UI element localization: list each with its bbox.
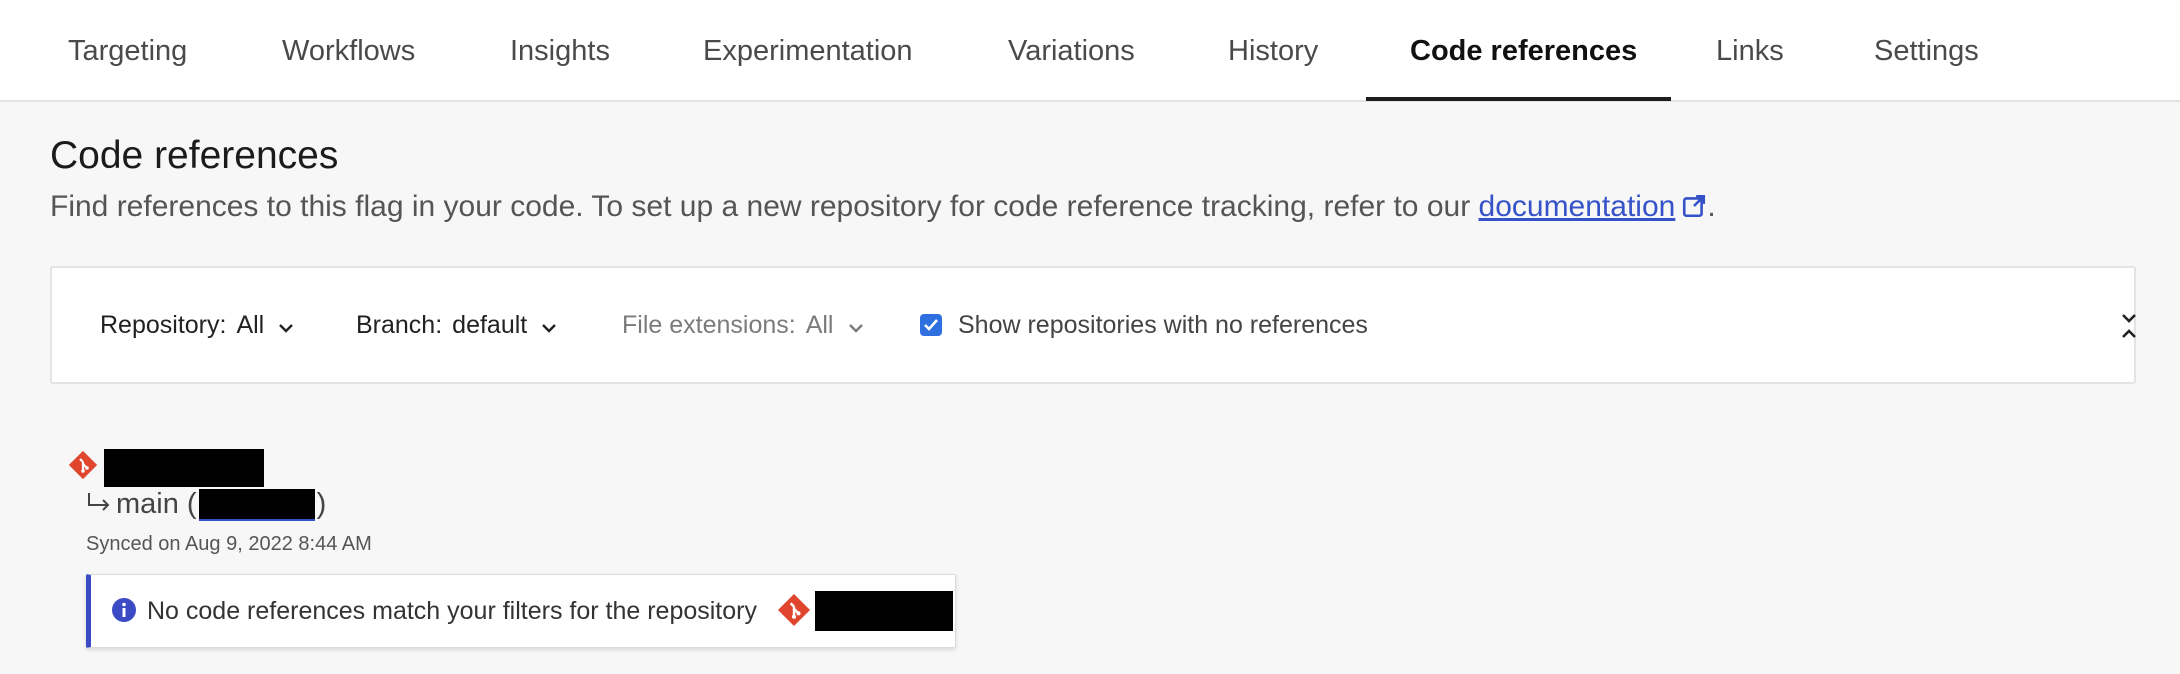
tab-history[interactable]: History [1228, 0, 1318, 102]
description-text: Find references to this flag in your cod… [50, 190, 1479, 223]
tab-variations[interactable]: Variations [1008, 0, 1135, 102]
synced-timestamp: Synced on Aug 9, 2022 8:44 AM [86, 533, 372, 555]
collapse-icon[interactable] [2112, 306, 2146, 346]
tab-code-references[interactable]: Code references [1410, 0, 1637, 102]
show-empty-repos-label[interactable]: Show repositories with no references [958, 268, 1368, 382]
branch-filter-label: Branch: [356, 310, 443, 339]
tab-workflows[interactable]: Workflows [282, 0, 415, 102]
chevron-down-icon [848, 311, 864, 340]
branch-arrow-icon [86, 488, 112, 521]
tab-insights[interactable]: Insights [510, 0, 610, 102]
chevron-down-icon [278, 311, 294, 340]
branch-filter[interactable]: Branch: default [356, 268, 557, 382]
file-extensions-filter-value: All [805, 310, 834, 339]
file-extensions-filter[interactable]: File extensions: All [622, 268, 864, 382]
commit-sha-link-redacted[interactable] [198, 488, 315, 521]
tab-targeting[interactable]: Targeting [68, 0, 187, 102]
repository-filter-label: Repository: [100, 310, 227, 339]
git-icon [68, 450, 98, 480]
chevron-down-icon [541, 311, 557, 340]
repository-filter-value: All [236, 310, 265, 339]
notice-text: No code references match your filters fo… [147, 596, 757, 625]
git-icon [777, 593, 811, 627]
repository-filter[interactable]: Repository: All [100, 268, 294, 382]
tab-bar: Targeting Workflows Insights Experimenta… [0, 0, 2180, 102]
notice-repository-name-redacted [815, 591, 953, 631]
branch-line: main () [86, 488, 326, 521]
external-link-icon[interactable] [1681, 193, 1707, 227]
show-empty-repos-checkbox[interactable] [920, 314, 942, 336]
page-title: Code references [50, 134, 339, 177]
branch-name: main ( [116, 488, 197, 520]
branch-filter-value: default [452, 310, 528, 339]
documentation-link[interactable]: documentation [1479, 190, 1676, 223]
file-extensions-filter-label: File extensions: [622, 310, 796, 339]
tab-settings[interactable]: Settings [1874, 0, 1979, 102]
description-period: . [1707, 190, 1716, 223]
no-references-notice: No code references match your filters fo… [86, 574, 956, 648]
active-tab-indicator [1366, 97, 1671, 101]
branch-paren-close: ) [316, 488, 327, 520]
info-icon [111, 597, 137, 623]
filter-panel: Repository: All Branch: default File ext… [50, 266, 2136, 384]
tab-experimentation[interactable]: Experimentation [703, 0, 913, 102]
page-description: Find references to this flag in your cod… [50, 190, 1716, 227]
repository-name-redacted[interactable] [104, 449, 264, 487]
tab-links[interactable]: Links [1716, 0, 1784, 102]
